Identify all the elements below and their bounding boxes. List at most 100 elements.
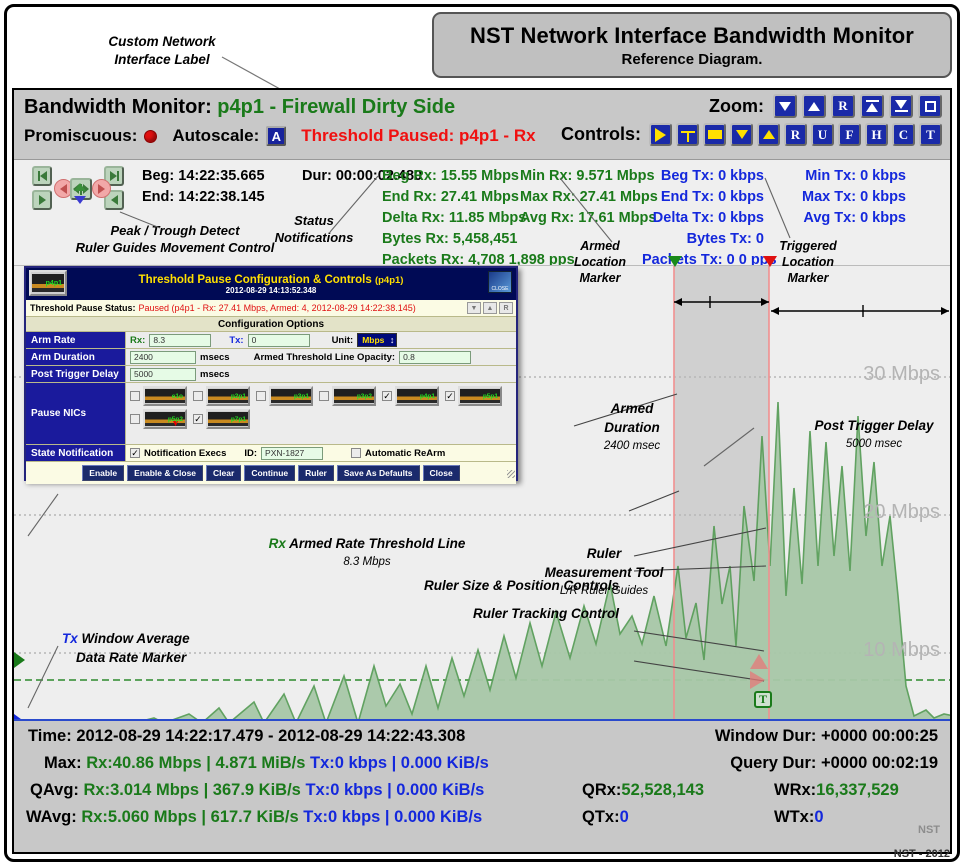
opacity-input[interactable]: 0.8 bbox=[399, 350, 472, 364]
window-button[interactable] bbox=[703, 123, 726, 146]
nic-item[interactable]: p3p2 bbox=[319, 386, 376, 406]
zoom-out-button[interactable] bbox=[773, 94, 797, 118]
autoscale-toggle-button[interactable]: A bbox=[266, 126, 287, 146]
ruler-position-control-handle[interactable] bbox=[750, 671, 765, 689]
callout-ruler-tracking: Ruler Tracking Control bbox=[472, 606, 619, 621]
nic-checkbox[interactable]: ✓ bbox=[445, 391, 455, 401]
peak-detect-up-button[interactable] bbox=[74, 166, 86, 191]
nic-item[interactable]: ✓ p4p1 bbox=[382, 386, 439, 406]
max-label: Max: bbox=[44, 754, 82, 772]
zoom-label: Zoom: bbox=[709, 95, 764, 116]
tx-stats-column: Beg Tx: 0 kbps End Tx: 0 kbps Delta Tx: … bbox=[642, 166, 777, 271]
ruler-size-control-handle[interactable] bbox=[750, 654, 768, 669]
auto-rearm-checkbox[interactable] bbox=[351, 448, 362, 458]
nic-checkbox[interactable]: ✓ bbox=[382, 391, 392, 401]
avg-tx-label: Avg Tx: bbox=[803, 210, 857, 226]
reset-button[interactable]: R bbox=[784, 123, 807, 146]
bytes-rx-label: Bytes Rx: bbox=[382, 231, 449, 247]
wrx-label: WRx: bbox=[774, 781, 817, 799]
trough-detect-down-button[interactable] bbox=[74, 196, 86, 222]
rx-minmax-column: Min Rx: 9.571 Mbps Max Rx: 27.41 Mbps Av… bbox=[520, 166, 658, 229]
save-as-defaults-button[interactable]: Save As Defaults bbox=[336, 465, 420, 481]
query-dur-label: Query Dur: bbox=[730, 754, 817, 772]
notification-execs-checkbox[interactable]: ✓ bbox=[130, 448, 140, 458]
dialog-titlebar[interactable]: p4p1 Threshold Pause Configuration & Con… bbox=[26, 268, 516, 300]
wrx-row: WRx:16,337,529 bbox=[774, 781, 899, 800]
nic-checkbox[interactable] bbox=[130, 391, 140, 401]
beg-value: 14:22:35.665 bbox=[178, 168, 265, 184]
unit-select[interactable]: Mbps bbox=[357, 333, 398, 347]
summary-qavg-row: QAvg: Rx:3.014 Mbps | 367.9 KiB/s Tx:0 k… bbox=[30, 781, 484, 800]
dialog-nic-icon: p4p1 bbox=[29, 270, 67, 296]
post-trigger-row: Post Trigger Delay 5000 msecs bbox=[26, 366, 516, 383]
play-button[interactable] bbox=[649, 123, 672, 146]
id-input[interactable]: PXN-1827 bbox=[261, 446, 324, 460]
scroll-down-button[interactable] bbox=[730, 123, 753, 146]
zoom-top-button[interactable] bbox=[860, 94, 884, 118]
nic-checkbox[interactable] bbox=[193, 391, 203, 401]
post-trigger-input[interactable]: 5000 bbox=[130, 367, 196, 381]
nic-checkbox[interactable] bbox=[130, 414, 140, 424]
dialog-resize-handle[interactable] bbox=[507, 470, 515, 478]
arm-duration-label: Arm Duration bbox=[26, 349, 126, 365]
zoom-full-button[interactable] bbox=[918, 94, 942, 118]
zoom-reset-button[interactable]: R bbox=[831, 94, 855, 118]
clear-button[interactable]: Clear bbox=[206, 465, 242, 481]
trough-detect-right-button[interactable] bbox=[92, 179, 111, 198]
ruler-button[interactable]: Ruler bbox=[298, 465, 334, 481]
nic-item[interactable]: p2p1 bbox=[193, 386, 250, 406]
enable-button[interactable]: Enable bbox=[82, 465, 125, 481]
scroll-up-button[interactable] bbox=[757, 123, 780, 146]
max-rx-label: Max Rx: bbox=[520, 189, 576, 205]
threshold-pause-dialog[interactable]: p4p1 Threshold Pause Configuration & Con… bbox=[24, 266, 518, 484]
status-scroll-down-icon[interactable]: ▼ bbox=[467, 302, 481, 314]
continue-button[interactable]: Continue bbox=[244, 465, 296, 481]
interface-name[interactable]: p4p1 - Firewall Dirty Side bbox=[217, 96, 455, 118]
qavg-label: QAvg: bbox=[30, 781, 79, 799]
ruler-tracking-control-button[interactable]: T bbox=[754, 691, 772, 708]
nic-item[interactable]: ✓ p5p1 bbox=[445, 386, 502, 406]
nic-checkbox[interactable] bbox=[319, 391, 329, 401]
close-button[interactable]: Close bbox=[422, 465, 460, 481]
status-reset-icon[interactable]: R bbox=[499, 302, 513, 314]
nic-checkbox[interactable]: ✓ bbox=[193, 414, 203, 424]
state-notification-label: State Notification bbox=[26, 445, 126, 461]
arm-rate-tx-input[interactable]: 0 bbox=[247, 333, 310, 347]
status-mini-controls: ▼ ▲ R bbox=[467, 302, 513, 314]
config-button[interactable]: C bbox=[892, 123, 915, 146]
callout-peak-trough: Peak / Trough Detect Ruler Guides Moveme… bbox=[75, 223, 275, 255]
query-duration-row: Query Dur: +0000 00:02:19 bbox=[730, 754, 938, 773]
opacity-label: Armed Threshold Line Opacity: bbox=[253, 351, 396, 363]
nic-item[interactable]: e1o bbox=[130, 386, 187, 406]
arm-duration-input[interactable]: 2400 bbox=[130, 350, 196, 364]
enable-and-close-button[interactable]: Enable & Close bbox=[127, 465, 204, 481]
arm-rate-rx-input[interactable]: 8.3 bbox=[149, 333, 212, 347]
ruler-move-left-start-button[interactable] bbox=[32, 166, 52, 186]
zoom-bottom-button[interactable] bbox=[889, 94, 913, 118]
status-scroll-up-icon[interactable]: ▲ bbox=[483, 302, 497, 314]
zoom-in-button[interactable] bbox=[802, 94, 826, 118]
nst-footer: NST - 2012 bbox=[893, 848, 950, 860]
pause-nics-label: Pause NICs bbox=[26, 383, 126, 444]
marker-button[interactable] bbox=[676, 123, 699, 146]
dialog-close-icon[interactable]: CLOSE bbox=[488, 271, 512, 293]
monitor-title-row: Bandwidth Monitor: p4p1 - Firewall Dirty… bbox=[24, 96, 455, 119]
nic-checkbox[interactable] bbox=[256, 391, 266, 401]
help-button[interactable]: H bbox=[865, 123, 888, 146]
qtx-row: QTx:0 bbox=[582, 808, 629, 827]
callout-tx-window-average: Tx Window Average Data Rate Marker bbox=[62, 631, 190, 665]
update-button[interactable]: U bbox=[811, 123, 834, 146]
autoscale-label: Autoscale: bbox=[172, 126, 260, 145]
ruler-move-right-step-button[interactable] bbox=[32, 190, 52, 210]
nic-item[interactable]: p3p1 bbox=[256, 386, 313, 406]
nic-button: p7p1 bbox=[206, 409, 250, 429]
bandwidth-chart[interactable]: 30 Mbps 20 Mbps 10 Mbps T Armed Duration… bbox=[14, 256, 950, 730]
nic-item[interactable]: p5p2 ▼ bbox=[130, 409, 187, 429]
threshold-button[interactable]: T bbox=[919, 123, 942, 146]
wtx-label: WTx: bbox=[774, 808, 815, 826]
status-label: Threshold Pause Status: bbox=[30, 303, 136, 313]
nic-item[interactable]: ✓ p7p1 bbox=[193, 409, 250, 429]
freeze-button[interactable]: F bbox=[838, 123, 861, 146]
min-tx-label: Min Tx: bbox=[805, 168, 857, 184]
controls-toolbar: Controls: R U F H C T bbox=[561, 123, 942, 146]
